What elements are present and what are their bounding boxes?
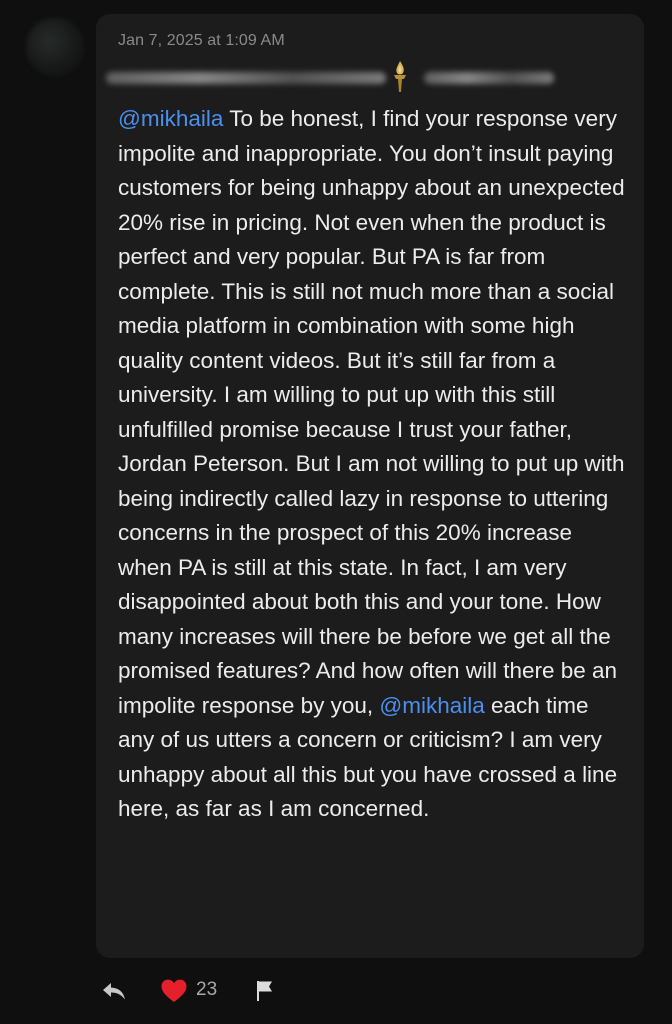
redacted-author-name (106, 72, 386, 84)
comment-bubble: Jan 7, 2025 at 1:09 AM @mikhaila To be h… (96, 14, 644, 958)
like-count: 23 (196, 979, 218, 1000)
heart-icon[interactable] (160, 978, 188, 1004)
reply-arrow-icon[interactable] (100, 978, 128, 1004)
comment-thread: Jan 7, 2025 at 1:09 AM @mikhaila To be h… (0, 0, 672, 1024)
mention-link[interactable]: @mikhaila (118, 106, 223, 131)
comment-text: To be honest, I find your response very … (118, 106, 625, 718)
comment-actions: 23 (100, 976, 300, 1006)
mention-link[interactable]: @mikhaila (379, 693, 484, 718)
redacted-author-title (424, 72, 554, 84)
comment-timestamp: Jan 7, 2025 at 1:09 AM (118, 32, 285, 49)
torch-badge-icon (394, 61, 406, 92)
flag-icon[interactable] (254, 979, 276, 1003)
avatar[interactable] (26, 18, 84, 76)
comment-body: @mikhaila To be honest, I find your resp… (118, 102, 630, 827)
author-row-redacted (106, 60, 576, 94)
